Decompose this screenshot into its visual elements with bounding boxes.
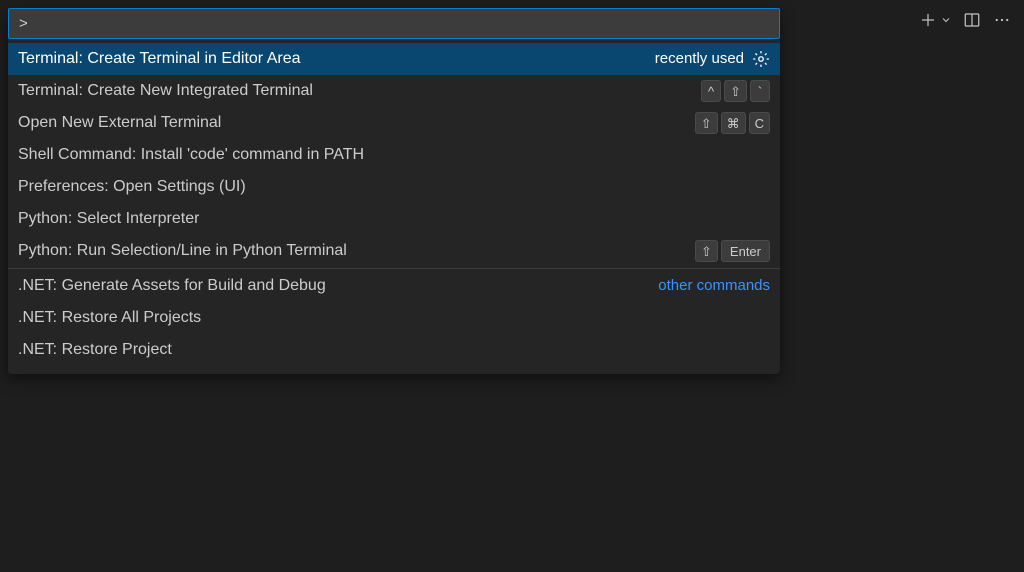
command-item-open-settings-ui[interactable]: Preferences: Open Settings (UI) xyxy=(8,171,780,203)
key-shift: ⇧ xyxy=(695,112,718,134)
more-icon[interactable] xyxy=(992,10,1012,30)
split-editor-icon[interactable] xyxy=(962,10,982,30)
gear-icon[interactable] xyxy=(752,50,770,68)
other-commands-tag: other commands xyxy=(658,274,770,298)
key-shift: ⇧ xyxy=(695,240,718,262)
keybinding: ⇧ ⌘ C xyxy=(695,112,770,134)
key-enter: Enter xyxy=(721,240,770,262)
command-item-dotnet-restore-project[interactable]: .NET: Restore Project xyxy=(8,334,780,366)
recently-used-tag: recently used xyxy=(655,47,744,71)
command-label: Preferences: Open Settings (UI) xyxy=(18,175,246,199)
command-label: .NET: Restore All Projects xyxy=(18,306,201,330)
command-item-create-terminal-editor-area[interactable]: Terminal: Create Terminal in Editor Area… xyxy=(8,43,780,75)
command-item-dotnet-generate-assets[interactable]: .NET: Generate Assets for Build and Debu… xyxy=(8,270,780,302)
command-item-create-new-integrated-terminal[interactable]: Terminal: Create New Integrated Terminal… xyxy=(8,75,780,107)
results-list: Terminal: Create Terminal in Editor Area… xyxy=(8,39,780,374)
editor-toolbar-right xyxy=(918,10,1012,30)
command-item-python-run-selection[interactable]: Python: Run Selection/Line in Python Ter… xyxy=(8,235,780,267)
command-label: Python: Run Selection/Line in Python Ter… xyxy=(18,239,347,263)
item-right: ⇧ Enter xyxy=(695,240,770,262)
command-label: Python: Select Interpreter xyxy=(18,207,199,231)
item-right: ^ ⇧ ` xyxy=(701,80,770,102)
keybinding: ^ ⇧ ` xyxy=(701,80,770,102)
command-input[interactable] xyxy=(8,8,780,39)
key-backtick: ` xyxy=(750,80,770,102)
item-right: ⇧ ⌘ C xyxy=(695,112,770,134)
command-item-dotnet-restore-all[interactable]: .NET: Restore All Projects xyxy=(8,302,780,334)
new-file-group xyxy=(918,10,952,30)
plus-icon[interactable] xyxy=(918,10,938,30)
search-box xyxy=(8,8,780,39)
command-item-open-new-external-terminal[interactable]: Open New External Terminal ⇧ ⌘ C xyxy=(8,107,780,139)
command-label: Open New External Terminal xyxy=(18,111,221,135)
command-item-install-code-command[interactable]: Shell Command: Install 'code' command in… xyxy=(8,139,780,171)
key-shift: ⇧ xyxy=(724,80,747,102)
command-palette: Terminal: Create Terminal in Editor Area… xyxy=(8,8,780,374)
divider xyxy=(8,268,780,269)
chevron-down-icon[interactable] xyxy=(940,10,952,30)
key-cmd: ⌘ xyxy=(721,112,746,134)
command-label: Terminal: Create New Integrated Terminal xyxy=(18,79,313,103)
command-label: Terminal: Create Terminal in Editor Area xyxy=(18,47,301,71)
key-ctrl: ^ xyxy=(701,80,721,102)
command-label: .NET: Restore Project xyxy=(18,338,172,362)
item-right: other commands xyxy=(658,274,770,298)
command-label: Shell Command: Install 'code' command in… xyxy=(18,143,364,167)
key-c: C xyxy=(749,112,770,134)
keybinding: ⇧ Enter xyxy=(695,240,770,262)
item-right: recently used xyxy=(655,47,770,71)
command-item-python-select-interpreter[interactable]: Python: Select Interpreter xyxy=(8,203,780,235)
command-label: .NET: Generate Assets for Build and Debu… xyxy=(18,274,326,298)
